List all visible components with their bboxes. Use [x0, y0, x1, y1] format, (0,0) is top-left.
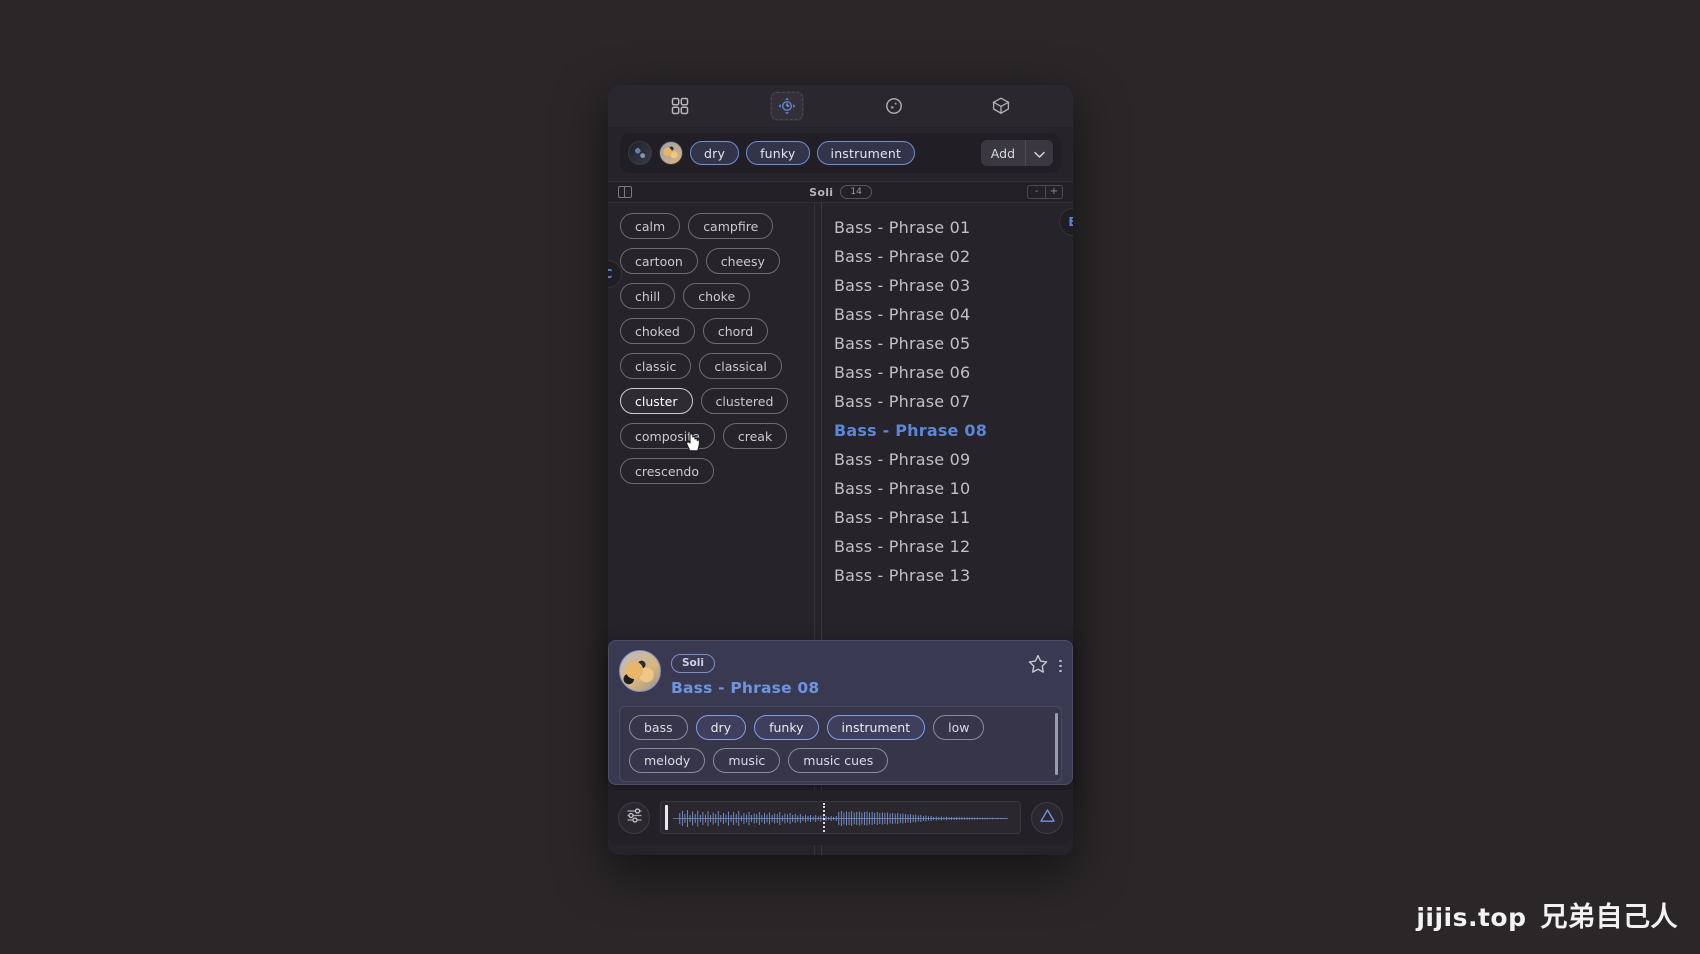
- top-navigation-bar: [608, 85, 1073, 127]
- scrollbar[interactable]: [1055, 712, 1058, 775]
- kebab-menu-icon[interactable]: [1059, 659, 1062, 673]
- tag-pill-cheesy[interactable]: cheesy: [705, 248, 780, 274]
- filter-bar-wrapper: dry funky instrument Add: [608, 127, 1073, 181]
- nav-button-packs[interactable]: [984, 91, 1018, 121]
- tag-pill-creak[interactable]: creak: [722, 423, 788, 449]
- detail-meta: Soli Bass - Phrase 08: [671, 650, 1017, 697]
- tag-pill-choked[interactable]: choked: [620, 318, 695, 344]
- tag-pill-cartoon[interactable]: cartoon: [620, 248, 698, 274]
- list-item[interactable]: Bass - Phrase 13: [822, 561, 1073, 590]
- list-item[interactable]: Bass - Phrase 10: [822, 474, 1073, 503]
- tag-list: calm campfire cartoon cheesy chill choke…: [620, 213, 806, 484]
- filter-chip-dry[interactable]: dry: [690, 141, 740, 165]
- tag-pill-choke[interactable]: choke: [683, 283, 751, 309]
- triangle-icon: [1038, 806, 1057, 829]
- audio-player-bar: [608, 790, 1073, 845]
- list-item[interactable]: Bass - Phrase 01: [822, 213, 1073, 242]
- waveform-graphic: [672, 810, 1009, 827]
- zoom-controls: - +: [1027, 185, 1063, 199]
- list-sub-header: Soli 14 - +: [608, 181, 1073, 203]
- detail-actions: [1027, 650, 1062, 679]
- grid-icon: [670, 96, 690, 116]
- detail-tag-music-cues[interactable]: music cues: [788, 747, 889, 773]
- tag-pill-chord[interactable]: chord: [702, 318, 769, 344]
- page-title: Bass - Phrase 08: [671, 678, 820, 697]
- detail-tag-melody[interactable]: melody: [629, 747, 706, 773]
- watermark-site: jijis.top: [1416, 903, 1527, 932]
- avatar[interactable]: [628, 141, 652, 165]
- list-item[interactable]: Bass - Phrase 02: [822, 242, 1073, 271]
- star-icon[interactable]: [1027, 653, 1049, 679]
- zoom-out-button[interactable]: -: [1028, 186, 1045, 198]
- sample-detail-card: Soli Bass - Phrase 08 bass dry funky ins…: [608, 640, 1073, 785]
- nav-slot-packs: [948, 91, 1055, 121]
- detail-header: Soli Bass - Phrase 08: [619, 650, 1062, 697]
- list-item[interactable]: Bass - Phrase 05: [822, 329, 1073, 358]
- list-item[interactable]: Bass - Phrase 09: [822, 445, 1073, 474]
- detail-tag-instrument[interactable]: instrument: [826, 714, 926, 740]
- screen-root: dry funky instrument Add Soli 14 - + cal…: [0, 0, 1700, 954]
- tag-pill-calm[interactable]: calm: [620, 213, 681, 239]
- nav-button-sphere[interactable]: [877, 91, 911, 121]
- mixer-sliders-icon: [625, 806, 644, 829]
- nav-button-explore[interactable]: [769, 91, 804, 121]
- filter-chip-instrument[interactable]: instrument: [816, 141, 916, 165]
- list-item[interactable]: Bass - Phrase 11: [822, 503, 1073, 532]
- mixer-settings-button[interactable]: [618, 801, 650, 834]
- mouse-cursor: [684, 432, 702, 454]
- nav-slot-browse: [626, 91, 733, 121]
- list-item[interactable]: Bass - Phrase 04: [822, 300, 1073, 329]
- playhead-marker[interactable]: [822, 803, 825, 832]
- tag-pill-chill[interactable]: chill: [620, 283, 676, 309]
- tag-pill-classic[interactable]: classic: [620, 353, 692, 379]
- detail-tag-funky[interactable]: funky: [754, 714, 819, 740]
- detail-tag-dry[interactable]: dry: [695, 714, 747, 740]
- watermark-text: 兄弟自己人: [1540, 902, 1678, 933]
- playback-start-marker: [665, 805, 668, 830]
- add-filter-group: Add: [980, 140, 1053, 166]
- detail-tag-list: bass dry funky instrument low melody mus…: [619, 705, 1062, 782]
- zoom-in-button[interactable]: +: [1045, 186, 1062, 198]
- nav-button-browse[interactable]: [663, 91, 697, 121]
- list-item[interactable]: Bass - Phrase 12: [822, 532, 1073, 561]
- tag-pill-clustered[interactable]: clustered: [700, 388, 789, 414]
- circle-icon: [884, 96, 904, 116]
- detail-tag-music[interactable]: music: [713, 747, 781, 773]
- avatar: [619, 650, 661, 692]
- item-count-badge: 14: [840, 185, 872, 199]
- add-button[interactable]: Add: [981, 140, 1025, 166]
- avatar[interactable]: [659, 141, 683, 165]
- list-item-selected[interactable]: Bass - Phrase 08: [822, 416, 1073, 445]
- list-item[interactable]: Bass - Phrase 03: [822, 271, 1073, 300]
- list-item[interactable]: Bass - Phrase 06: [822, 358, 1073, 387]
- detail-tag-bass[interactable]: bass: [629, 714, 688, 740]
- list-item[interactable]: Bass - Phrase 07: [822, 387, 1073, 416]
- atom-icon: [777, 96, 797, 116]
- tag-pill-crescendo[interactable]: crescendo: [620, 458, 715, 484]
- detail-tag-low[interactable]: low: [933, 714, 985, 740]
- nav-slot-explore: [733, 91, 840, 121]
- tag-pill-classical[interactable]: classical: [699, 353, 782, 379]
- collection-title: Soli: [809, 185, 834, 199]
- chevron-down-icon: [1034, 144, 1045, 163]
- add-dropdown-button[interactable]: [1026, 140, 1053, 166]
- export-button[interactable]: [1031, 801, 1063, 834]
- tag-pill-cluster[interactable]: cluster: [620, 388, 693, 414]
- watermark: jijis.top 兄弟自己人: [1416, 895, 1678, 934]
- sub-header-center: Soli 14: [608, 185, 1073, 199]
- status-badge[interactable]: Soli: [671, 653, 715, 673]
- filter-chip-funky[interactable]: funky: [746, 141, 810, 165]
- panel-toggle-icon[interactable]: [618, 186, 632, 198]
- waveform-display[interactable]: [660, 801, 1021, 834]
- tag-pill-campfire[interactable]: campfire: [688, 213, 774, 239]
- nav-slot-sphere: [841, 91, 948, 121]
- filter-bar: dry funky instrument Add: [620, 133, 1061, 173]
- cube-icon: [990, 95, 1012, 117]
